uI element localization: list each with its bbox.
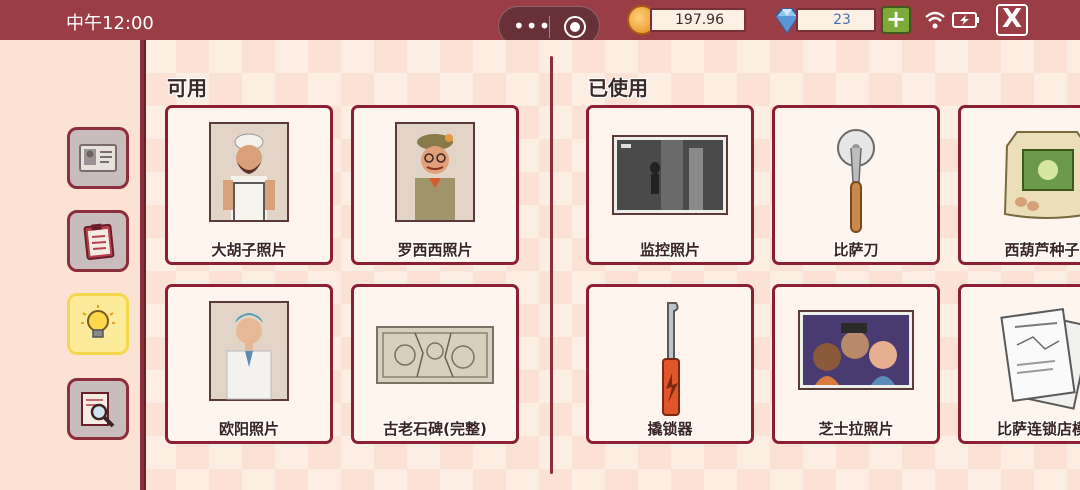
battery-charging-icon	[952, 12, 979, 28]
beard-man-photo-icon	[209, 122, 289, 222]
item-card-lockpick[interactable]: 撬锁器	[586, 284, 754, 444]
capsule-divider	[549, 16, 550, 38]
id-card-icon	[79, 144, 117, 172]
item-card-rosie-photo[interactable]: 罗西西照片	[351, 105, 519, 265]
item-card-cctv-photo[interactable]: 监控照片	[586, 105, 754, 265]
item-card-zucchini-seeds[interactable]: 西葫芦种子	[958, 105, 1080, 265]
cctv-photo-icon	[612, 135, 728, 215]
item-label: 古老石碑(完整)	[383, 420, 487, 438]
item-label: 芝士拉照片	[818, 420, 894, 438]
item-card-beard-photo[interactable]: 大胡子照片	[165, 105, 333, 265]
clipboard-icon	[83, 223, 115, 260]
group-photo-icon	[798, 310, 914, 390]
coin-balance: 197.96	[650, 8, 746, 32]
section-divider	[550, 56, 553, 474]
item-card-pizza-cutter[interactable]: 比萨刀	[772, 105, 940, 265]
sidebar-item-clues[interactable]	[67, 293, 129, 355]
item-card-ouyang-photo[interactable]: 欧阳照片	[165, 284, 333, 444]
lightbulb-icon	[81, 305, 115, 338]
item-label: 罗西西照片	[397, 241, 473, 259]
item-card-ancient-stele[interactable]: 古老石碑(完整)	[351, 284, 519, 444]
wifi-icon	[925, 11, 945, 29]
item-card-pizza-chain-document[interactable]: 比萨连锁店模	[958, 284, 1080, 444]
item-label: 欧阳照片	[218, 420, 279, 438]
item-label: 大胡子照片	[211, 241, 287, 259]
sidebar-item-tasks[interactable]	[67, 210, 129, 272]
item-card-cheeser-photo[interactable]: 芝士拉照片	[772, 284, 940, 444]
stone-tablet-icon	[376, 326, 494, 384]
more-menu-icon[interactable]: •••	[513, 16, 551, 36]
rosie-photo-icon	[395, 122, 475, 222]
lockpick-icon	[662, 302, 680, 416]
sidebar-item-profile[interactable]	[67, 127, 129, 189]
item-label: 撬锁器	[647, 420, 693, 438]
seed-packet-icon	[1003, 131, 1080, 219]
document-stack-icon	[1000, 307, 1080, 410]
gem-balance: 23	[796, 8, 876, 32]
item-label: 比萨刀	[833, 241, 879, 259]
item-label: 比萨连锁店模	[996, 420, 1080, 438]
add-currency-button[interactable]: +	[881, 6, 911, 34]
close-button[interactable]: X	[996, 4, 1028, 36]
exit-target-icon[interactable]	[564, 16, 586, 38]
magnifier-notebook-icon	[81, 392, 115, 428]
sidebar-item-investigate[interactable]	[67, 378, 129, 440]
used-section-title: 已使用	[588, 76, 648, 100]
ouyang-photo-icon	[209, 301, 289, 401]
top-bar: 中午12:00 ••• 197.96 23 + X	[0, 0, 1080, 46]
item-label: 监控照片	[639, 241, 700, 259]
pizza-cutter-icon	[837, 129, 875, 233]
clock: 中午12:00	[66, 13, 154, 34]
available-section-title: 可用	[167, 76, 207, 100]
item-label: 西葫芦种子	[1004, 241, 1080, 259]
